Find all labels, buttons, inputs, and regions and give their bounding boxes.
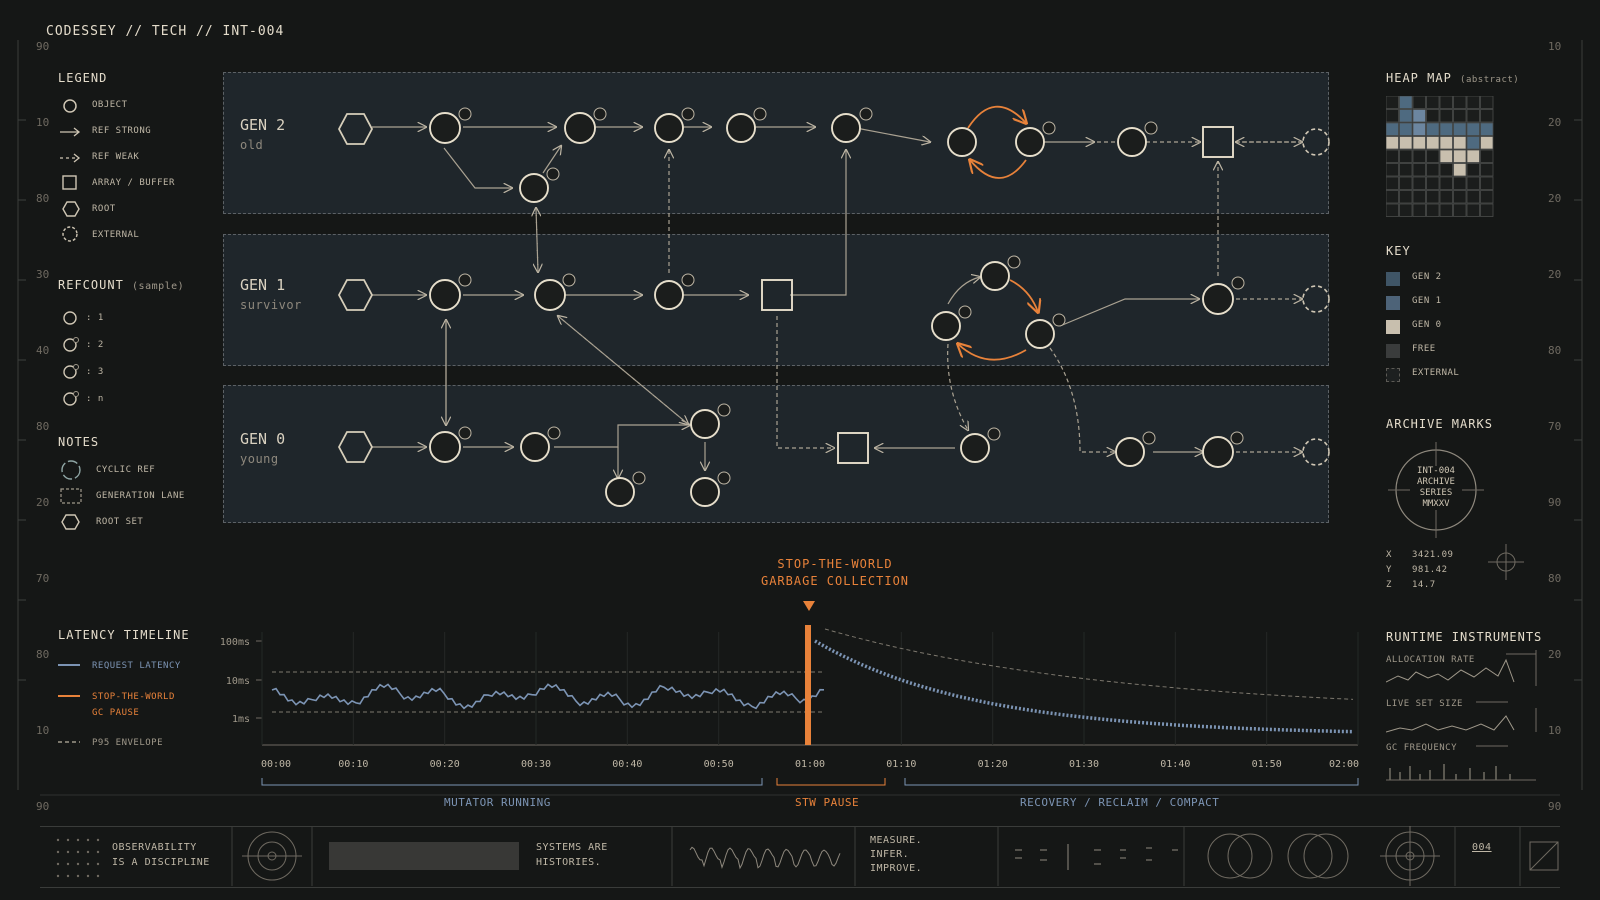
x-tick-label: 01:00 xyxy=(795,759,825,770)
x-tick-label: 01:30 xyxy=(1069,759,1099,770)
x-tick-label: 00:40 xyxy=(612,759,642,770)
footer-text: SYSTEMS ARE xyxy=(536,842,608,853)
y-tick-label: 1ms xyxy=(232,714,250,725)
x-tick-label: 00:50 xyxy=(704,759,734,770)
footer-text: IS A DISCIPLINE xyxy=(112,857,210,868)
x-tick-label: 00:00 xyxy=(261,759,291,770)
x-tick-label: 00:20 xyxy=(430,759,460,770)
phase-stw: STW PAUSE xyxy=(795,796,860,809)
stw-marker-icon xyxy=(803,601,815,611)
x-tick-label: 00:10 xyxy=(338,759,368,770)
footer-graphics xyxy=(56,826,1559,886)
footer-text: MEASURE. xyxy=(870,835,923,846)
footer-text: IMPROVE. xyxy=(870,863,923,874)
footer-text: OBSERVABILITY xyxy=(112,842,197,853)
footer-measure: MEASURE. INFER. IMPROVE. xyxy=(870,834,922,876)
phase-bracket xyxy=(776,778,886,786)
x-tick-label: 01:10 xyxy=(886,759,916,770)
phase-mutator: MUTATOR RUNNING xyxy=(444,796,551,809)
request-latency-line xyxy=(271,683,825,710)
stw-pause-bar xyxy=(805,625,811,745)
instrument-sparklines xyxy=(1386,650,1537,781)
phase-bracket xyxy=(261,778,763,786)
footer-page-number: 004 xyxy=(1472,842,1492,853)
footer-systems: SYSTEMS ARE HISTORIES. xyxy=(536,840,608,870)
footer-text: INFER. xyxy=(870,849,910,860)
footer-observability: OBSERVABILITY IS A DISCIPLINE xyxy=(112,840,210,870)
latency-chart: 100ms 10ms 1ms 00:00 00:10 00:20 00:30 00:40 00:… xyxy=(220,601,1359,786)
x-tick-label: 01:40 xyxy=(1160,759,1190,770)
x-tick-label: 01:20 xyxy=(978,759,1008,770)
x-tick-label: 01:50 xyxy=(1252,759,1282,770)
phase-bracket xyxy=(904,778,1359,786)
footer-text: HISTORIES. xyxy=(536,857,602,868)
y-tick-label: 10ms xyxy=(226,676,250,687)
x-tick-label: 02:00 xyxy=(1329,759,1359,770)
recovery-envelope xyxy=(824,628,1354,700)
instruments-title: RUNTIME INSTRUMENTS xyxy=(1386,630,1543,644)
y-tick-label: 100ms xyxy=(220,637,250,648)
x-tick-label: 00:30 xyxy=(521,759,551,770)
phase-recovery: RECOVERY / RECLAIM / COMPACT xyxy=(1020,796,1220,809)
